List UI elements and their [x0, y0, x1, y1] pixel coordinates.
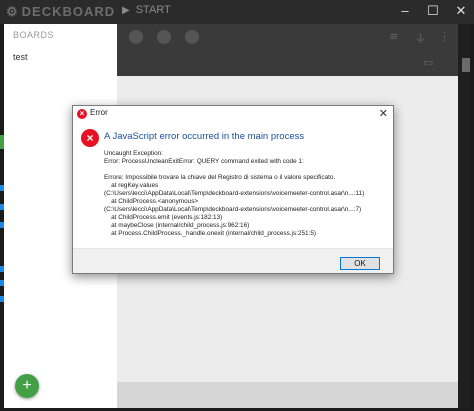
start-label: START	[135, 4, 171, 16]
usb-icon[interactable]: ⏚	[415, 30, 429, 45]
minimize-icon[interactable]: –	[398, 3, 412, 19]
toolbar-icon[interactable]	[129, 30, 143, 44]
app-logo-text: DECKBOARD	[21, 4, 116, 19]
dialog-title: Error	[90, 108, 108, 117]
ok-button[interactable]: OK	[340, 257, 380, 270]
maximize-icon[interactable]: ☐	[426, 3, 440, 19]
dialog-body: × A JavaScript error occurred in the mai…	[73, 122, 393, 248]
sidebar-item-board[interactable]: test	[13, 52, 28, 62]
dialog-footer: OK	[73, 248, 393, 273]
error-icon-small: ×	[77, 109, 87, 119]
window-controls: – ☐ ✕	[398, 3, 468, 19]
more-icon[interactable]: ⋮	[439, 30, 453, 44]
app-titlebar: ⚙ DECKBOARD ▶ START – ☐ ✕	[0, 0, 474, 24]
close-icon[interactable]: ✕	[454, 3, 468, 19]
app-logo: ⚙ DECKBOARD	[6, 4, 115, 20]
wifi-icon[interactable]: ≋	[389, 30, 403, 44]
scrollbar-track[interactable]	[458, 24, 470, 408]
content-footer	[117, 382, 458, 408]
boards-header: BOARDS	[13, 30, 55, 40]
start-button[interactable]: ▶ START	[122, 4, 171, 16]
dialog-main-instruction: A JavaScript error occurred in the main …	[104, 131, 305, 142]
play-icon: ▶	[122, 5, 130, 16]
dialog-titlebar: × Error ✕	[73, 106, 393, 122]
screen-icon[interactable]: ▭	[423, 56, 437, 70]
dialog-details: Uncaught Exception: Error: ProcessUnclea…	[104, 150, 365, 237]
error-dialog: × Error ✕ × A JavaScript error occurred …	[72, 105, 394, 274]
toolbar-icon[interactable]	[185, 30, 199, 44]
board-toolbar: ≋ ⏚ ⋮ ▭	[117, 24, 458, 76]
dialog-close-icon[interactable]: ✕	[379, 107, 388, 120]
add-board-button[interactable]: +	[15, 374, 39, 398]
toolbar-icon[interactable]	[157, 30, 171, 44]
scrollbar-thumb[interactable]	[462, 58, 470, 72]
gear-icon: ⚙	[6, 4, 19, 19]
error-icon: ×	[81, 129, 99, 147]
